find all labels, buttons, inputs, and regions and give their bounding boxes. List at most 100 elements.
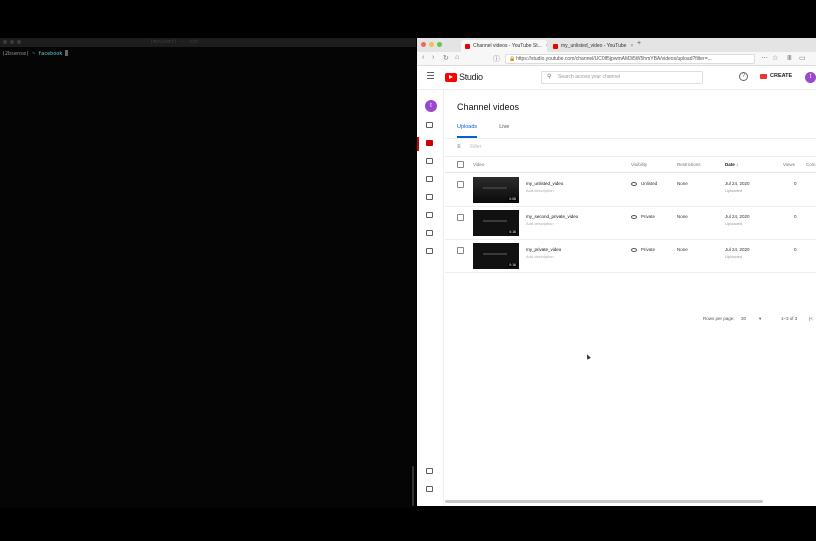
visibility-value: Private xyxy=(641,247,656,252)
screen: (moviemr) — -zsh (2bsense) ~ facebook Ch… xyxy=(0,0,816,541)
forward-arrow-icon[interactable]: › xyxy=(432,54,434,61)
visibility-cell[interactable]: Private xyxy=(631,247,655,252)
terminal-line[interactable]: (2bsense) ~ facebook xyxy=(2,50,69,57)
date-status: Uploaded xyxy=(725,221,743,226)
bookmark-star-icon[interactable]: ☆ xyxy=(772,54,778,62)
menu-icon[interactable] xyxy=(427,72,434,81)
dashboard-icon[interactable] xyxy=(426,122,435,130)
settings-icon[interactable] xyxy=(426,468,435,476)
rows-per-page-label: Rows per page: xyxy=(703,316,735,321)
date-status: Uploaded xyxy=(725,188,743,193)
page-info-icon[interactable]: ⓘ xyxy=(493,54,500,64)
video-thumbnail[interactable]: 0:16 xyxy=(473,243,519,269)
visibility-cell[interactable]: Unlisted xyxy=(631,181,657,186)
table-row[interactable]: 0:16 my_private_video Add description Pr… xyxy=(445,240,816,273)
browser-window-controls xyxy=(421,42,442,47)
browser-tab-channel-videos[interactable]: Channel videos - YouTube St... × xyxy=(461,40,547,52)
browser-close-button[interactable] xyxy=(421,42,426,47)
divider xyxy=(445,138,816,139)
content-icon[interactable] xyxy=(417,137,435,151)
date-status: Uploaded xyxy=(725,254,743,259)
first-page-button[interactable]: |< xyxy=(809,316,813,321)
browser-tab-label: my_unlisted_video - YouTube xyxy=(561,43,627,49)
date-value: Jul 24, 2020 xyxy=(725,214,750,219)
back-arrow-icon[interactable]: ‹ xyxy=(422,54,424,61)
select-all-checkbox[interactable] xyxy=(457,161,464,168)
terminal-titlebar: (moviemr) — -zsh xyxy=(0,38,416,47)
row-checkbox[interactable] xyxy=(457,181,464,188)
comments-icon[interactable] xyxy=(426,194,435,202)
tab-close-icon[interactable]: × xyxy=(546,43,547,49)
video-duration: 0:16 xyxy=(508,230,517,234)
browser-minimize-button[interactable] xyxy=(429,42,434,47)
search-input[interactable]: ⚲ Search across your channel xyxy=(541,71,703,84)
monetization-icon[interactable] xyxy=(426,230,435,238)
visibility-value: Unlisted xyxy=(641,181,658,186)
channel-avatar[interactable]: t xyxy=(425,100,437,112)
studio-logo[interactable]: Studio xyxy=(445,72,483,82)
filter-icon: ≡ xyxy=(457,144,461,150)
subtitles-icon[interactable] xyxy=(426,212,435,220)
youtube-favicon-icon xyxy=(553,43,558,49)
address-bar[interactable]: 🔒 https://studio.youtube.com/channel/UC0… xyxy=(505,54,755,64)
account-avatar[interactable]: t xyxy=(805,72,816,83)
browser-zoom-button[interactable] xyxy=(437,42,442,47)
table-row[interactable]: 0:16 my_second_private_video Add descrip… xyxy=(445,207,816,240)
audio-library-icon[interactable] xyxy=(426,248,435,256)
library-icon[interactable]: Ⅲ xyxy=(787,54,792,62)
tab-close-icon[interactable]: × xyxy=(630,43,633,49)
eye-off-icon xyxy=(631,214,637,219)
feedback-icon[interactable] xyxy=(426,486,435,494)
browser-tab-label: Channel videos - YouTube St... xyxy=(473,43,542,49)
video-title[interactable]: my_unlisted_video xyxy=(526,181,563,186)
views-value: 0 xyxy=(794,247,797,252)
terminal-title: (moviemr) — -zsh xyxy=(150,39,199,45)
video-duration: 0:16 xyxy=(508,263,517,267)
lock-icon: 🔒 xyxy=(509,56,516,62)
search-placeholder: Search across your channel xyxy=(558,74,620,80)
studio-sidebar: t xyxy=(417,90,444,506)
video-thumbnail[interactable]: 0:08 xyxy=(473,177,519,203)
create-button[interactable]: CREATE xyxy=(760,73,792,79)
new-tab-button[interactable]: + xyxy=(637,40,641,47)
visibility-cell[interactable]: Private xyxy=(631,214,655,219)
tab-live[interactable]: Live xyxy=(499,124,509,138)
studio-logo-text: Studio xyxy=(459,72,483,82)
terminal-window-controls xyxy=(3,40,21,44)
youtube-logo-icon xyxy=(445,72,457,82)
terminal-minimize-button[interactable] xyxy=(10,40,14,44)
video-title[interactable]: my_private_video xyxy=(526,247,561,252)
video-thumbnail[interactable]: 0:16 xyxy=(473,210,519,236)
divider xyxy=(445,172,816,173)
help-icon[interactable]: ? xyxy=(739,72,748,81)
eye-icon xyxy=(631,181,637,186)
reload-icon[interactable]: ↻ xyxy=(443,54,449,62)
table-row[interactable]: 0:08 my_unlisted_video Add description U… xyxy=(445,174,816,207)
video-description: Add description xyxy=(526,221,554,226)
terminal-scrollbar[interactable] xyxy=(412,466,414,506)
terminal-window[interactable]: (moviemr) — -zsh (2bsense) ~ facebook xyxy=(0,38,416,508)
playlists-icon[interactable] xyxy=(426,158,435,166)
terminal-command: facebook xyxy=(38,51,63,57)
analytics-icon[interactable] xyxy=(426,176,435,184)
sidebar-toggle-icon[interactable]: ▭ xyxy=(799,54,806,62)
terminal-close-button[interactable] xyxy=(3,40,7,44)
mouse-pointer-icon xyxy=(585,353,591,360)
column-header-date[interactable]: Date ↓ xyxy=(725,162,738,167)
row-checkbox[interactable] xyxy=(457,214,464,221)
home-icon[interactable]: ⌂ xyxy=(455,54,459,61)
horizontal-scrollbar[interactable] xyxy=(445,500,763,503)
row-checkbox[interactable] xyxy=(457,247,464,254)
create-label: CREATE xyxy=(770,73,793,79)
chevron-down-icon[interactable]: ▾ xyxy=(759,316,761,322)
more-actions-icon[interactable]: ⋯ xyxy=(761,54,768,62)
tab-uploads[interactable]: Uploads xyxy=(457,124,478,138)
views-value: 0 xyxy=(794,181,797,186)
browser-tab-unlisted-video[interactable]: my_unlisted_video - YouTube × xyxy=(549,40,635,52)
browser-nav-bar: ‹ › ↻ ⌂ ⓘ 🔒 https://studio.youtube.com/c… xyxy=(417,52,816,66)
page-title: Channel videos xyxy=(457,102,520,112)
terminal-zoom-button[interactable] xyxy=(17,40,21,44)
filter-bar[interactable]: ≡ Filter xyxy=(457,144,481,150)
video-title[interactable]: my_second_private_video xyxy=(526,214,578,219)
rows-per-page-select[interactable]: 30 xyxy=(741,316,746,321)
